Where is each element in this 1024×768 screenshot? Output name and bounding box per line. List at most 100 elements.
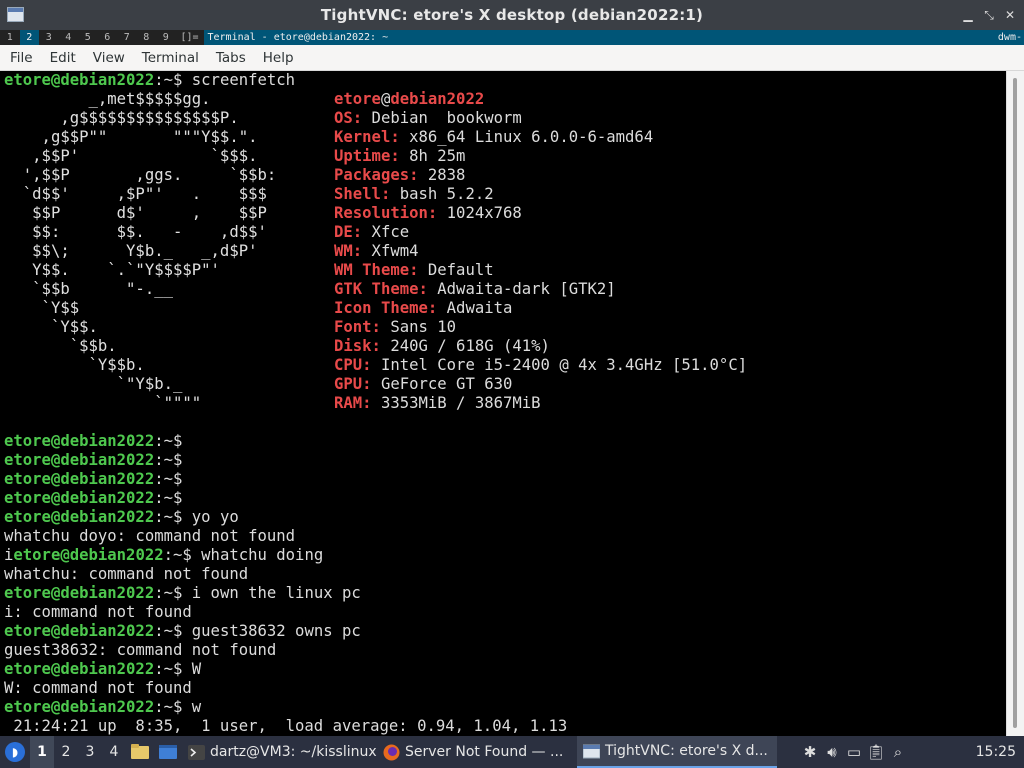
- prompt-user: etore@debian2022: [4, 698, 155, 716]
- sysinfo-row: CPU: Intel Core i5-2400 @ 4x 3.4GHz [51.…: [334, 356, 747, 375]
- dwm-tag[interactable]: 8: [137, 30, 157, 45]
- logo-line: `$$b "-.__: [4, 280, 173, 298]
- volume-icon[interactable]: 🔊︎: [821, 736, 843, 768]
- firefox-icon: [383, 744, 400, 760]
- sysinfo-row: Packages: 2838: [334, 166, 465, 185]
- minimize-icon[interactable]: ▁: [960, 7, 976, 23]
- prompt-user: etore@debian2022: [13, 546, 164, 564]
- task-terminal[interactable]: dartz@VM3: ~/kisslinux: [182, 736, 377, 768]
- logo-line: $$\; Y$b._ _,d$P': [4, 242, 258, 260]
- file-manager-icon[interactable]: [129, 741, 151, 763]
- prompt-user: etore@debian2022: [4, 451, 155, 469]
- clipboard-icon[interactable]: 📋︎: [865, 736, 887, 768]
- sysinfo-key: Uptime:: [334, 147, 400, 165]
- scrollbar-thumb[interactable]: [1013, 78, 1017, 728]
- command-text: guest38632 owns pc: [182, 622, 361, 640]
- prompt-prefix: i: [4, 546, 14, 564]
- sysinfo-key: Icon Theme:: [334, 299, 438, 317]
- task-label: dartz@VM3: ~/kisslinux: [210, 744, 377, 760]
- logo-line: `$$b.: [4, 337, 117, 355]
- logo-line: `Y$$.: [4, 318, 98, 336]
- menu-file[interactable]: File: [3, 50, 40, 66]
- sysinfo-user: etore: [334, 90, 381, 108]
- sysinfo-value: 240G / 618G (41%): [380, 337, 550, 355]
- prompt-suffix: :~$: [154, 470, 183, 488]
- sysinfo-key: RAM:: [334, 394, 372, 412]
- command-text: i own the linux pc: [182, 584, 361, 602]
- task-firefox[interactable]: Server Not Found — ...: [377, 736, 577, 768]
- tightvnc-icon[interactable]: [7, 7, 24, 22]
- clock[interactable]: 15:25: [976, 744, 1024, 760]
- sysinfo-value: Intel Core i5-2400 @ 4x 3.4GHz [51.0°C]: [371, 356, 748, 374]
- bluetooth-icon[interactable]: ✱: [799, 736, 821, 768]
- workspace-2[interactable]: 2: [54, 736, 78, 768]
- menu-view[interactable]: View: [86, 50, 132, 66]
- prompt-line: etore@debian2022:~$: [4, 451, 182, 470]
- task-label: TightVNC: etore's X d...: [605, 743, 768, 759]
- logo-line: ,g$$P"" """Y$$.".: [4, 128, 258, 146]
- prompt-suffix: :~$: [154, 584, 183, 602]
- close-icon[interactable]: ✕: [1002, 7, 1018, 23]
- prompt-suffix: :~$: [154, 432, 183, 450]
- prompt-suffix: :~$: [154, 71, 183, 89]
- network-icon[interactable]: ▭: [843, 736, 865, 768]
- dwm-layout-symbol[interactable]: []=: [176, 32, 204, 43]
- sysinfo-row: DE: Xfce: [334, 223, 409, 242]
- dwm-tag-selected[interactable]: 2: [19, 30, 39, 45]
- terminal-icon: [188, 744, 205, 760]
- sysinfo-value: Sans 10: [380, 318, 457, 336]
- sysinfo-value: Xfce: [362, 223, 410, 241]
- command-text: whatchu doing: [191, 546, 324, 564]
- menu-help[interactable]: Help: [256, 50, 301, 66]
- maximize-icon[interactable]: ⤡: [981, 7, 997, 23]
- logo-line: ,g$$$$$$$$$$$$$$$P.: [4, 109, 239, 127]
- logo-line: $$: $$. - ,d$$': [4, 223, 267, 241]
- sysinfo-row: Shell: bash 5.2.2: [334, 185, 494, 204]
- prompt-line: etore@debian2022:~$ yo yo: [4, 508, 239, 527]
- command-text: W: [182, 660, 202, 678]
- command-text: yo yo: [182, 508, 239, 526]
- dwm-tag[interactable]: 6: [98, 30, 118, 45]
- logo-line: Y$$. `.`"Y$$$$P"': [4, 261, 220, 279]
- dwm-window-title: Terminal - etore@debian2022: ~: [203, 30, 980, 45]
- sysinfo-value: 1024x768: [437, 204, 522, 222]
- menu-edit[interactable]: Edit: [43, 50, 83, 66]
- dwm-tag[interactable]: 5: [78, 30, 98, 45]
- logo-line: `d$$' ,$P"' . $$$: [4, 185, 267, 203]
- window-titlebar[interactable]: TightVNC: etore's X desktop (debian2022:…: [0, 0, 1024, 30]
- logo-line: `Y$$b.: [4, 356, 145, 374]
- sysinfo-key: OS:: [334, 109, 363, 127]
- workspace-4[interactable]: 4: [102, 736, 126, 768]
- logo-line: `"Y$b._: [4, 375, 183, 393]
- whisker-menu-icon[interactable]: ◗: [0, 736, 30, 768]
- prompt-line: etore@debian2022:~$: [4, 432, 182, 451]
- logo-line: _,met$$$$$gg.: [4, 90, 211, 108]
- dwm-tag[interactable]: 7: [117, 30, 137, 45]
- dwm-tag[interactable]: 3: [39, 30, 59, 45]
- workspace-3[interactable]: 3: [78, 736, 102, 768]
- sysinfo-row: Disk: 240G / 618G (41%): [334, 337, 550, 356]
- menu-terminal[interactable]: Terminal: [135, 50, 206, 66]
- dwm-tag[interactable]: 4: [59, 30, 79, 45]
- task-tightvnc[interactable]: TightVNC: etore's X d...: [577, 736, 777, 768]
- sysinfo-row: RAM: 3353MiB / 3867MiB: [334, 394, 541, 413]
- output-line: W: command not found: [4, 679, 192, 697]
- dwm-tag[interactable]: 9: [156, 30, 176, 45]
- menu-tabs[interactable]: Tabs: [209, 50, 253, 66]
- workspace-1[interactable]: 1: [30, 736, 54, 768]
- prompt-suffix: :~$: [154, 489, 183, 507]
- prompt-line: etore@debian2022:~$ screenfetch: [4, 71, 295, 90]
- window-icon[interactable]: [157, 741, 179, 763]
- window-title: TightVNC: etore's X desktop (debian2022:…: [320, 6, 704, 24]
- prompt-line: etore@debian2022:~$: [4, 470, 182, 489]
- output-line: 21:24:21 up 8:35, 1 user, load average: …: [4, 717, 568, 735]
- logo-line: ,$$P' `$$$.: [4, 147, 258, 165]
- prompt-suffix: :~$: [163, 546, 192, 564]
- dwm-tag[interactable]: 1: [0, 30, 20, 45]
- sysinfo-key: GPU:: [334, 375, 372, 393]
- sysinfo-value: Xfwm4: [362, 242, 419, 260]
- terminal-output[interactable]: etore@debian2022:~$ screenfetch _,met$$$…: [2, 71, 1006, 736]
- sysinfo-host: debian2022: [390, 90, 485, 108]
- screenshot-icon[interactable]: ⌕: [887, 736, 909, 768]
- sysinfo-key: Packages:: [334, 166, 419, 184]
